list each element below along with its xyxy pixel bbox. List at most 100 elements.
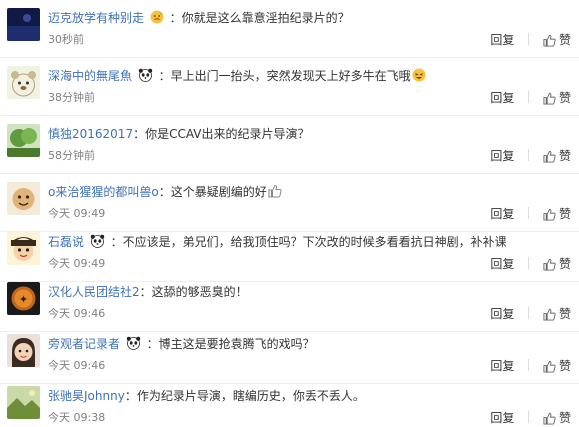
anime-boy-avatar-icon — [7, 232, 40, 265]
comment-time: 今天 09:38 — [48, 411, 106, 424]
comment-item: 深海中的無尾魚 ：早上出门一抬头，突然发现天上好多牛在飞哦 38分钟前 回复 赞 — [0, 58, 579, 116]
svg-text:✦: ✦ — [19, 293, 28, 306]
panda-icon — [90, 234, 105, 251]
comment-time: 30秒前 — [48, 33, 84, 46]
action-divider — [528, 411, 530, 423]
comment-item: 旁观者记录者 ：博主这是要抢袁腾飞的戏吗？ 今天 09:46 回复 赞 — [0, 326, 579, 384]
avatar[interactable] — [7, 8, 40, 41]
comment-item: ✦ 汉化人民团结社2：这舔的够恶臭的！ 今天 09:46 回复 赞 — [0, 274, 579, 332]
thumbs-up-emoji-icon — [268, 184, 282, 198]
action-divider — [528, 33, 530, 45]
username-link[interactable]: 汉化人民团结社2 — [48, 285, 140, 299]
comment-actions: 回复 赞 — [490, 254, 571, 274]
comment-text: ：这个暴疑剧编的好 — [158, 185, 267, 199]
like-button[interactable]: 赞 — [543, 408, 571, 427]
like-button[interactable]: 赞 — [543, 254, 571, 274]
like-label: 赞 — [558, 149, 571, 163]
comment-text: ：不应该是，弟兄们，给我顶住吗？下次改的时候多看看抗日神剧，补补课 — [110, 235, 507, 249]
action-divider — [528, 359, 530, 371]
reply-button[interactable]: 回复 — [490, 356, 514, 376]
panda-icon — [126, 336, 141, 353]
reply-button[interactable]: 回复 — [490, 254, 514, 274]
thumbs-up-icon — [543, 34, 556, 47]
sweat-emoji-icon — [150, 10, 164, 27]
action-divider — [528, 307, 530, 319]
comment-time: 今天 09:46 — [48, 307, 106, 320]
child-photo-avatar-icon — [7, 334, 40, 367]
comment-time: 今天 09:49 — [48, 257, 106, 270]
comment-actions: 回复 赞 — [490, 408, 571, 427]
avatar[interactable] — [7, 386, 40, 419]
username-link[interactable]: 旁观者记录者 — [48, 337, 120, 351]
reply-button[interactable]: 回复 — [490, 146, 514, 166]
comment-actions: 回复 赞 — [490, 88, 571, 108]
action-divider — [528, 207, 530, 219]
reply-button[interactable]: 回复 — [490, 30, 514, 50]
reply-button[interactable]: 回复 — [490, 408, 514, 427]
username-link[interactable]: o来治猩猩的都叫兽o — [48, 185, 159, 199]
comment-line: o来治猩猩的都叫兽o：这个暴疑剧编的好 — [48, 182, 567, 202]
comment-item: 慎独20162017：你是CCAV出来的纪录片导演？ 58分钟前 回复 赞 — [0, 116, 579, 174]
dark-seal-avatar-icon: ✦ — [7, 282, 40, 315]
comment-line: 汉化人民团结社2：这舔的够恶臭的！ — [48, 282, 567, 302]
like-button[interactable]: 赞 — [543, 146, 571, 166]
like-button[interactable]: 赞 — [543, 204, 571, 224]
avatar[interactable] — [7, 334, 40, 367]
action-divider — [528, 257, 530, 269]
avatar[interactable]: ✦ — [7, 282, 40, 315]
thumbs-up-icon — [543, 258, 556, 271]
username-link[interactable]: 慎独20162017 — [48, 127, 133, 141]
avatar[interactable] — [7, 232, 40, 265]
like-label: 赞 — [558, 411, 571, 425]
laugh-emoji-icon — [412, 68, 426, 82]
username-link[interactable]: 张驰昊Johnny — [48, 389, 125, 403]
thumbs-up-icon — [543, 412, 556, 425]
comment-text: ：博主这是要抢袁腾飞的戏吗？ — [146, 337, 315, 351]
comment-line: 迈克放学有种别走 ：你就是这么靠意淫拍纪录片的？ — [48, 8, 567, 28]
comment-text: ：这舔的够恶臭的！ — [139, 285, 248, 299]
landscape-avatar-icon — [7, 386, 40, 419]
comment-actions: 回复 赞 — [490, 146, 571, 166]
comment-actions: 回复 赞 — [490, 30, 571, 50]
like-button[interactable]: 赞 — [543, 30, 571, 50]
like-button[interactable]: 赞 — [543, 356, 571, 376]
comment-line: 石磊说 ：不应该是，弟兄们，给我顶住吗？下次改的时候多看看抗日神剧，补补课 — [48, 232, 567, 252]
comment-time: 58分钟前 — [48, 149, 95, 162]
thumbs-up-icon — [543, 150, 556, 163]
cartoon-face-avatar-icon — [7, 182, 40, 215]
avatar[interactable] — [7, 66, 40, 99]
action-divider — [528, 91, 530, 103]
comment-line: 慎独20162017：你是CCAV出来的纪录片导演？ — [48, 124, 567, 144]
username-link[interactable]: 深海中的無尾魚 — [48, 69, 132, 83]
like-label: 赞 — [558, 257, 571, 271]
comment-actions: 回复 赞 — [490, 356, 571, 376]
comment-time: 今天 09:49 — [48, 207, 106, 220]
like-label: 赞 — [558, 33, 571, 47]
thumbs-up-icon — [543, 308, 556, 321]
comment-text: ：早上出门一抬头，突然发现天上好多牛在飞哦 — [158, 69, 411, 83]
like-label: 赞 — [558, 307, 571, 321]
comment-list: 迈克放学有种别走 ：你就是这么靠意淫拍纪录片的？ 30秒前 回复 赞 深海中的無… — [0, 0, 579, 427]
reply-button[interactable]: 回复 — [490, 88, 514, 108]
avatar[interactable] — [7, 124, 40, 157]
username-link[interactable]: 石磊说 — [48, 235, 84, 249]
reply-button[interactable]: 回复 — [490, 304, 514, 324]
like-label: 赞 — [558, 359, 571, 373]
dark-blue-avatar-icon — [7, 8, 40, 41]
reply-button[interactable]: 回复 — [490, 204, 514, 224]
thumbs-up-icon — [543, 208, 556, 221]
avatar[interactable] — [7, 182, 40, 215]
comment-text: ：你是CCAV出来的纪录片导演？ — [133, 127, 310, 141]
like-button[interactable]: 赞 — [543, 88, 571, 108]
comment-line: 深海中的無尾魚 ：早上出门一抬头，突然发现天上好多牛在飞哦 — [48, 66, 567, 86]
comment-line: 张驰昊Johnny：作为纪录片导演，瞎编历史，你丢不丢人。 — [48, 386, 567, 406]
comment-item: 张驰昊Johnny：作为纪录片导演，瞎编历史，你丢不丢人。 今天 09:38 回… — [0, 378, 579, 427]
comment-text: ：你就是这么靠意淫拍纪录片的？ — [169, 11, 350, 25]
panda-icon — [138, 68, 153, 85]
action-divider — [528, 149, 530, 161]
username-link[interactable]: 迈克放学有种别走 — [48, 11, 144, 25]
comment-line: 旁观者记录者 ：博主这是要抢袁腾飞的戏吗？ — [48, 334, 567, 354]
thumbs-up-icon — [543, 360, 556, 373]
like-button[interactable]: 赞 — [543, 304, 571, 324]
thumbs-up-icon — [543, 92, 556, 105]
